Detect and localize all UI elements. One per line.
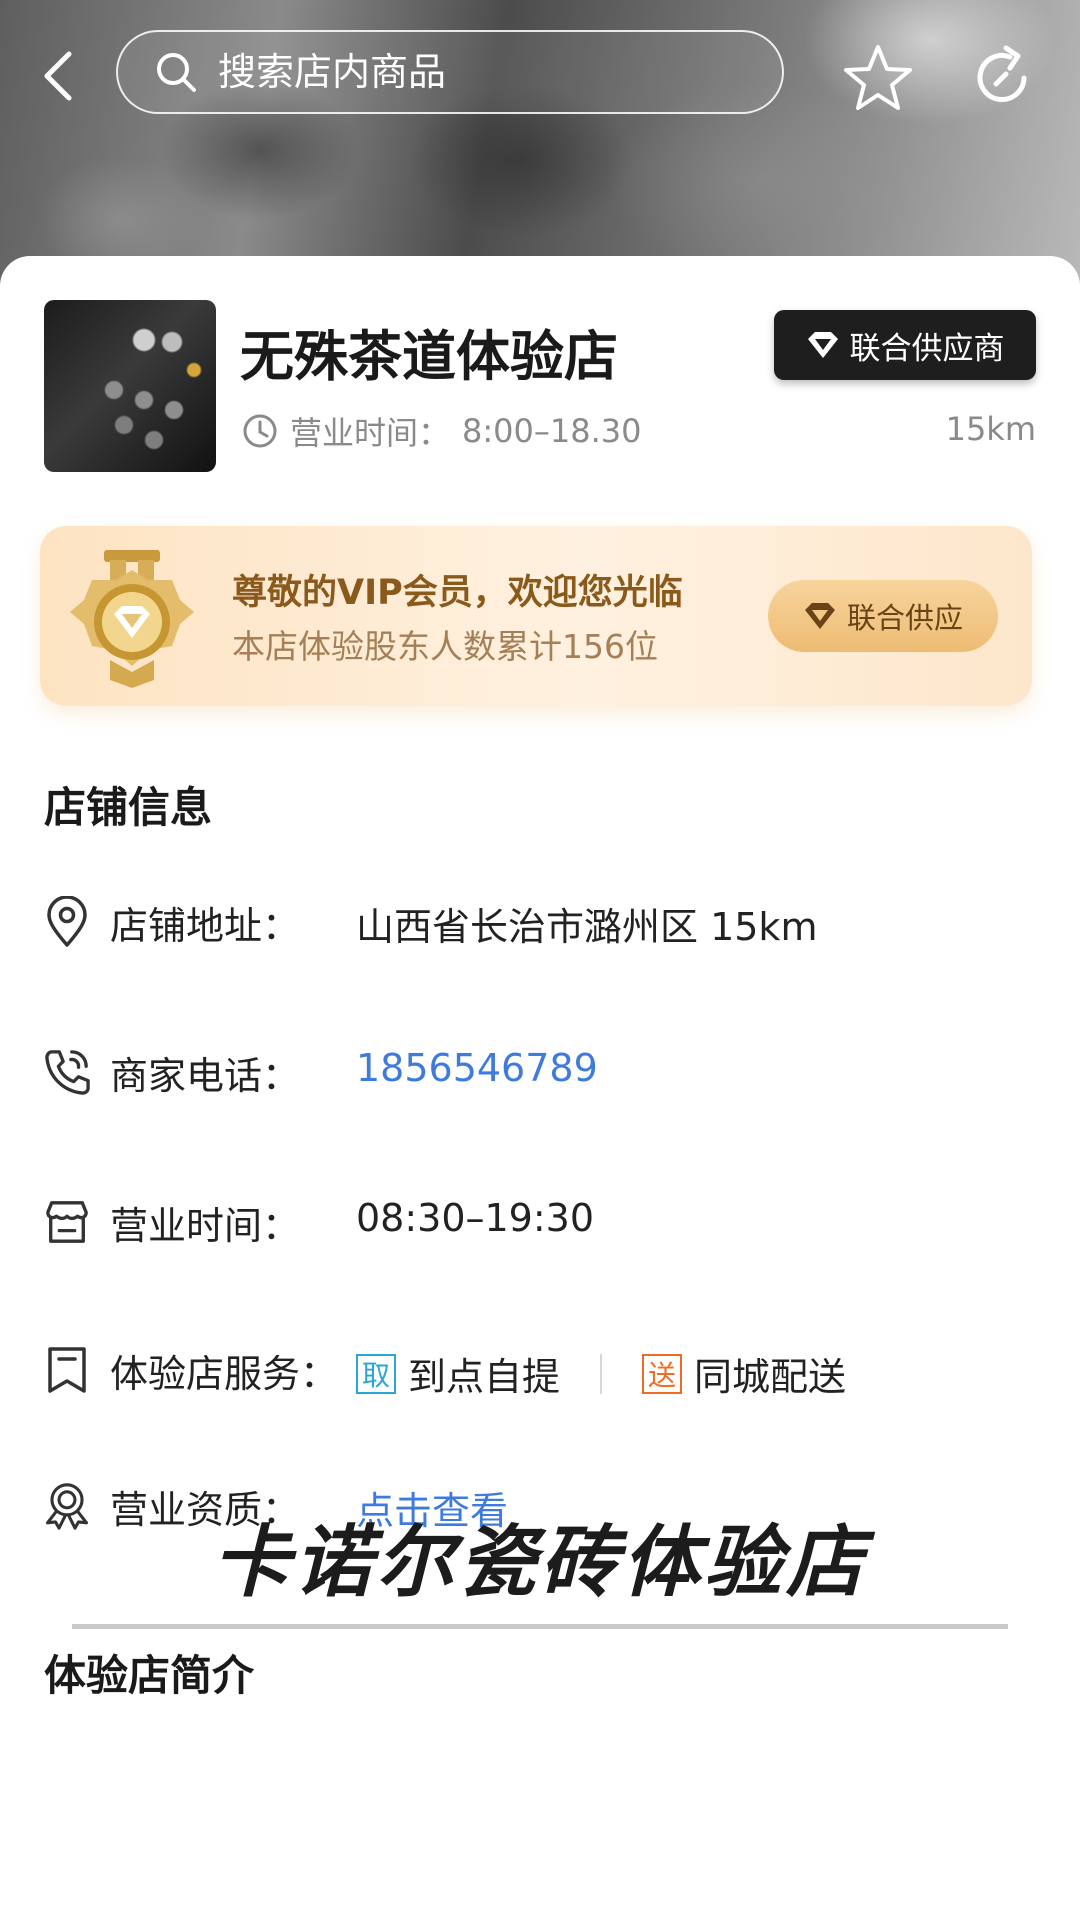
share-button[interactable] [964,40,1040,116]
address-label: 店铺地址： [110,903,301,948]
diamond-icon [807,332,838,358]
store-distance: 15km [945,410,1036,448]
hours-row: 营业时间： [44,1192,300,1252]
store-detail-card: 无殊茶道体验店 联合供应商 营业时间： 8:00–18.30 15km 尊敬的V… [0,256,1080,1920]
back-arrow-icon [44,51,72,101]
search-input[interactable] [216,49,782,95]
service-options: 取 到点自提 送 同城配送 [356,1346,846,1401]
vip-shareholder-count: 本店体验股东人数累计156位 [232,627,658,666]
phone-label: 商家电话： [110,1053,301,1098]
delivery-tag: 送 [642,1353,683,1394]
favorite-button[interactable] [840,40,916,116]
delivery-service: 同城配送 [694,1355,847,1399]
store-hours-label: 营业时间： [290,414,451,452]
intro-banner-title: 卡诺尔瓷砖体验店 [211,1518,868,1608]
storefront-icon [46,1201,88,1243]
address-row: 店铺地址： [44,892,300,952]
store-info-title: 店铺信息 [44,783,213,832]
store-name: 无殊茶道体验店 [240,325,618,388]
search-icon [157,53,196,92]
intro-title: 体验店简介 [44,1651,255,1700]
joint-supply-button[interactable]: 联合供应 [768,580,998,652]
phone-row: 商家电话： [44,1042,300,1102]
star-icon [844,45,912,110]
joint-supply-label: 联合供应 [846,601,963,635]
bookmark-icon [48,1347,86,1393]
search-bar[interactable] [116,30,784,114]
supplier-badge-label: 联合供应商 [849,330,1005,367]
vip-banner: 尊敬的VIP会员，欢迎您光临 本店体验股东人数累计156位 联合供应 [40,526,1032,706]
diamond-icon [804,603,835,629]
hours-value: 08:30–19:30 [356,1196,595,1240]
service-label: 体验店服务： [110,1351,339,1396]
clock-icon [243,414,277,448]
address-value: 山西省长治市潞州区 15km [356,905,818,949]
phone-number-link[interactable]: 1856546789 [356,1046,598,1090]
pickup-service: 到点自提 [408,1355,561,1399]
vip-welcome-title: 尊敬的VIP会员，欢迎您光临 [232,573,683,613]
hours-label: 营业时间： [110,1203,301,1248]
supplier-badge: 联合供应商 [774,310,1036,380]
store-logo [44,300,216,472]
pickup-tag: 取 [356,1353,396,1394]
location-pin-icon [47,896,87,947]
phone-icon [45,1050,90,1095]
medal-icon [70,550,194,688]
refresh-icon [977,45,1027,102]
store-hours: 营业时间： 8:00–18.30 [242,408,641,454]
divider [600,1353,603,1394]
store-hours-value: 8:00–18.30 [462,412,642,450]
intro-divider [72,1624,1008,1629]
service-row: 体验店服务： [44,1340,338,1400]
back-button[interactable] [36,44,80,108]
